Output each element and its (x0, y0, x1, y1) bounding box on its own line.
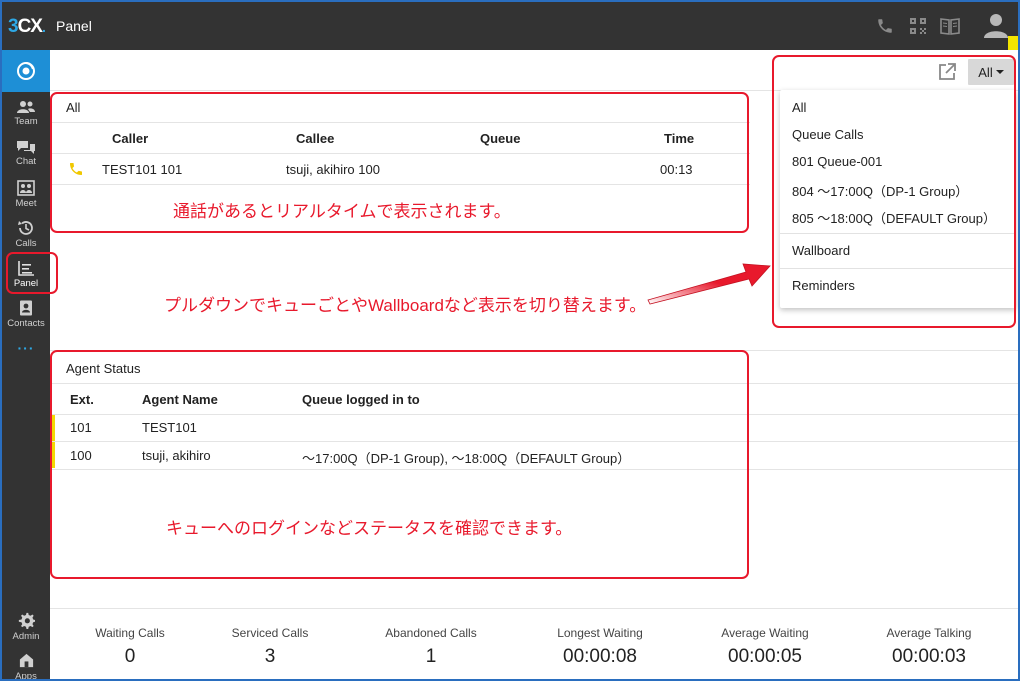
stat-label: Average Talking (886, 626, 972, 640)
stat-average-talking: Average Talking 00:00:03 (849, 626, 1009, 668)
sidebar-item-label: Contacts (7, 318, 45, 329)
sidebar: Team Chat Meet Calls Panel Contacts ··· … (2, 50, 50, 681)
more-menu[interactable]: ··· (2, 340, 50, 356)
meet-icon (17, 180, 35, 196)
top-bar: 3CX. Panel (2, 2, 1018, 52)
app-logo[interactable]: 3CX. (8, 16, 46, 38)
sidebar-item-label: Meet (15, 198, 37, 209)
page-title: Panel (56, 18, 92, 34)
home-icon (17, 62, 35, 80)
stat-waiting-calls: Waiting Calls 0 (50, 626, 210, 668)
stat-value: 3 (264, 646, 276, 667)
sidebar-item-label: Admin (12, 631, 40, 642)
stat-serviced-calls: Serviced Calls 3 (190, 626, 350, 668)
sidebar-item-chat[interactable]: Chat (2, 134, 50, 174)
stat-label: Serviced Calls (231, 626, 309, 640)
admin-gear-icon (18, 612, 35, 629)
sidebar-item-label: Chat (15, 156, 37, 167)
app-window: 3CX. Panel Team Chat Meet Calls Panel Co… (0, 0, 1020, 681)
user-avatar-icon[interactable] (982, 11, 1010, 39)
sidebar-item-admin[interactable]: Admin (2, 606, 50, 646)
annotation-box-panel (6, 252, 58, 294)
chat-icon (17, 141, 35, 154)
annotation-text-calls: 通話があるとリアルタイムで表示されます。 (173, 202, 511, 221)
stat-label: Abandoned Calls (385, 626, 477, 640)
annotation-text-dropdown: プルダウンでキューごとやWallboardなど表示を切り替えます。 (164, 296, 647, 315)
stat-abandoned-calls: Abandoned Calls 1 (351, 626, 511, 668)
stat-label: Average Waiting (721, 626, 809, 640)
sidebar-item-label: Calls (15, 238, 37, 249)
stat-value: 0 (124, 646, 136, 667)
team-icon (17, 101, 35, 113)
sidebar-item-team[interactable]: Team (2, 94, 50, 134)
calls-icon (18, 221, 33, 235)
sidebar-item-apps[interactable]: Apps (2, 646, 50, 681)
annotation-box-agents (50, 350, 749, 579)
stat-label: Waiting Calls (95, 626, 165, 640)
sidebar-item-label: Apps (15, 671, 37, 681)
sidebar-item-contacts[interactable]: Contacts (2, 294, 50, 334)
apps-icon (19, 653, 33, 668)
sidebar-item-label: Team (14, 116, 38, 127)
sidebar-item-calls[interactable]: Calls (2, 214, 50, 254)
annotation-text-agents: キューへのログインなどステータスを確認できます。 (166, 519, 573, 538)
annotation-box-dropdown (772, 55, 1016, 328)
annotation-arrow (647, 263, 771, 305)
stat-value: 00:00:05 (728, 646, 802, 667)
qr-code-icon[interactable] (907, 15, 929, 37)
stat-value: 00:00:03 (892, 646, 966, 667)
book-icon[interactable] (939, 15, 961, 37)
stat-average-waiting: Average Waiting 00:00:05 (685, 626, 845, 668)
stat-value: 00:00:08 (563, 646, 637, 667)
sidebar-item-meet[interactable]: Meet (2, 174, 50, 214)
phone-icon[interactable] (874, 15, 896, 37)
divider (50, 608, 1018, 609)
stat-label: Longest Waiting (557, 626, 643, 640)
stat-value: 1 (425, 646, 437, 667)
stat-longest-waiting: Longest Waiting 00:00:08 (520, 626, 680, 668)
contacts-icon (20, 300, 32, 316)
home-button[interactable] (2, 50, 50, 92)
